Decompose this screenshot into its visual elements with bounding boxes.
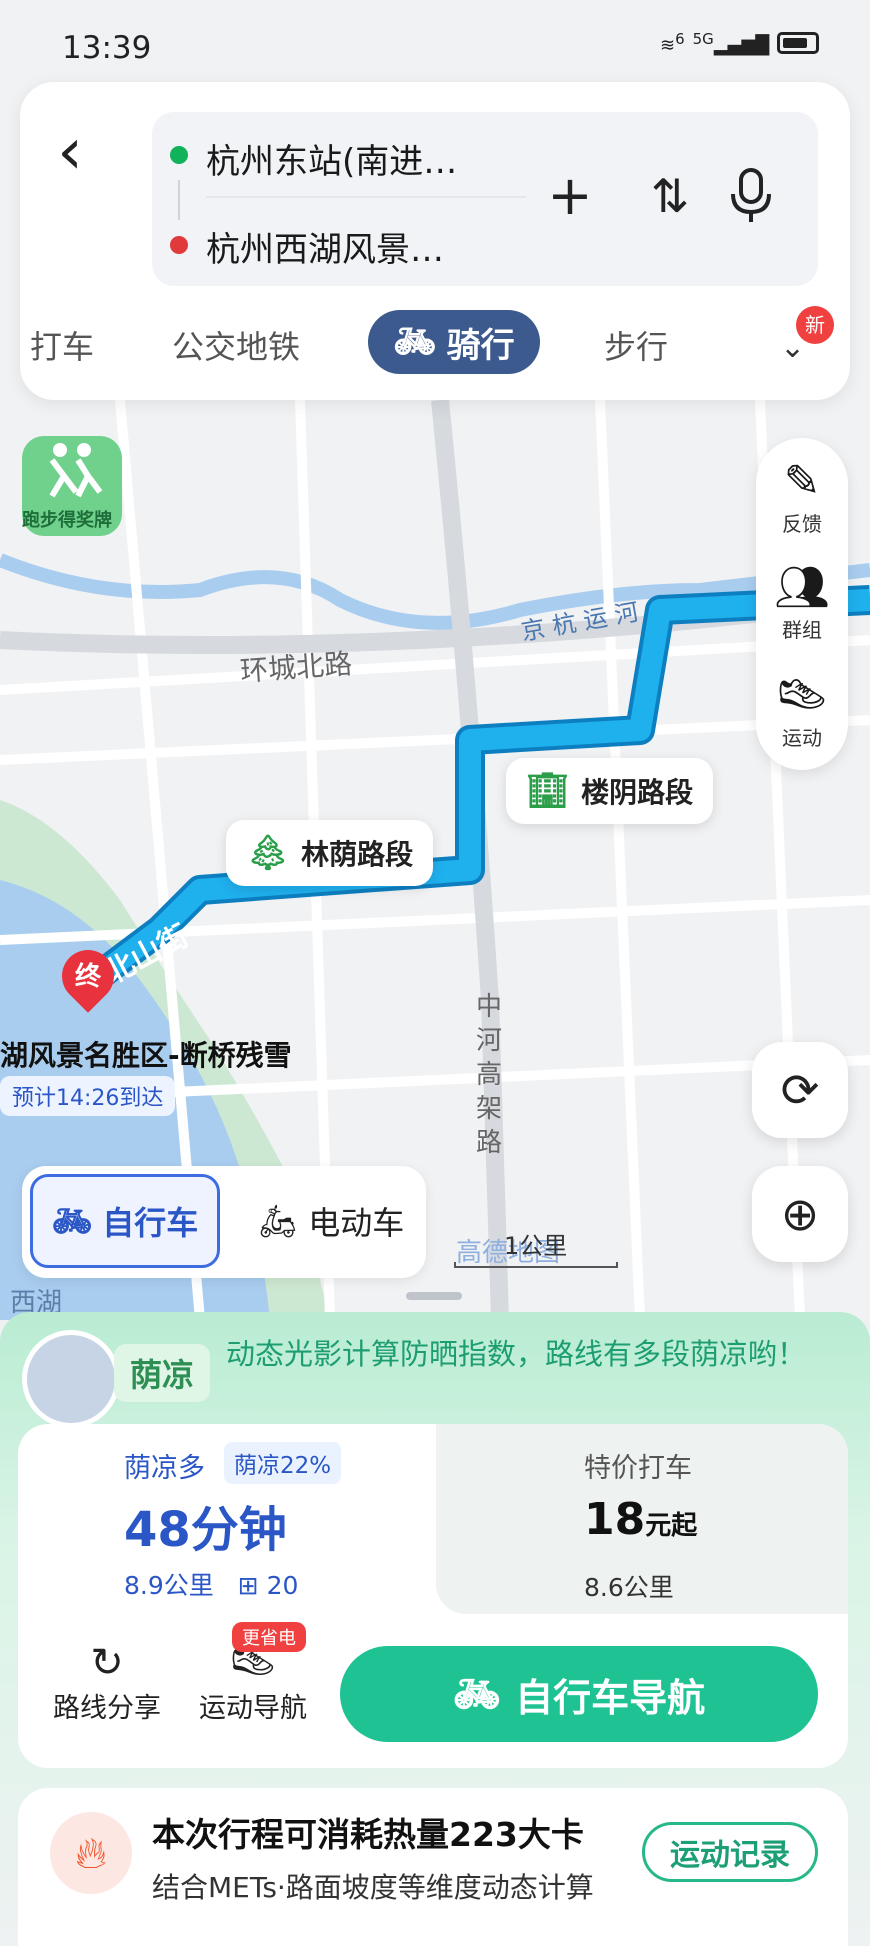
microphone-icon xyxy=(731,168,771,222)
calorie-title: 本次行程可消耗热量223大卡 xyxy=(152,1815,584,1854)
feedback-button[interactable]: ✎ 反馈 xyxy=(756,456,848,537)
group-button[interactable]: 👥︎ 群组 xyxy=(756,562,848,643)
swap-icon: ⇅ xyxy=(650,169,690,223)
shade-description: 动态光影计算防晒指数，路线有多段荫凉哟！ xyxy=(226,1337,807,1371)
group-icon: 👥︎ xyxy=(774,562,830,613)
sport-record-button[interactable]: 运动记录 xyxy=(642,1822,818,1882)
shade-avatar xyxy=(22,1330,120,1428)
scooter-icon: 🛵︎ xyxy=(257,1202,299,1240)
locate-icon: ⊕ xyxy=(780,1187,820,1241)
voice-button[interactable] xyxy=(726,166,776,226)
divider xyxy=(206,196,526,198)
viaduct-label: 中河高架路 xyxy=(476,992,503,1158)
edit-icon: ✎ xyxy=(783,456,821,507)
flame-icon: 🔥︎ xyxy=(50,1812,132,1894)
map-tools: ✎ 反馈 👥︎ 群组 👟︎ 运动 xyxy=(756,438,848,770)
callout-tree-shade[interactable]: 🌲︎ 林荫路段 xyxy=(226,820,434,886)
bicycle-navigation-button[interactable]: 🚲︎ 自行车导航 xyxy=(340,1646,818,1742)
plan-distance: 8.9公里 ⊞ 20 xyxy=(124,1571,299,1600)
bicycle-icon: 🚲︎ xyxy=(393,322,437,362)
add-waypoint-icon: + xyxy=(547,164,593,227)
callout-building-shade[interactable]: 🏢︎ 楼阴路段 xyxy=(506,758,714,824)
taxi-distance: 8.6公里 xyxy=(584,1573,674,1602)
new-badge: 新 xyxy=(796,306,834,344)
battery-icon xyxy=(777,32,820,54)
refresh-icon: ⟳ xyxy=(780,1063,820,1117)
eta-label: 预计14:26到达 xyxy=(0,1076,176,1116)
end-dot-icon xyxy=(170,236,188,254)
route-share-button[interactable]: ↻ 路线分享 xyxy=(44,1640,170,1725)
tab-taxi[interactable]: 打车 xyxy=(30,322,94,368)
sport-nav-button[interactable]: 👟︎ 运动导航 xyxy=(190,1640,316,1725)
bicycle-icon: 🚲︎ xyxy=(452,1671,502,1716)
award-label: 跑步得奖牌 xyxy=(22,510,112,531)
vehicle-bicycle[interactable]: 🚲︎ 自行车 xyxy=(30,1174,220,1268)
traffic-light-icon: ⊞ xyxy=(237,1571,259,1600)
tab-cycling[interactable]: 🚲︎ 骑行 xyxy=(368,310,540,374)
status-icons: ≋6 5G▂▄▆█ xyxy=(660,30,820,56)
back-icon: ‹ xyxy=(57,115,83,189)
power-save-badge: 更省电 xyxy=(232,1622,306,1652)
add-waypoint-button[interactable]: + xyxy=(540,166,600,226)
taxi-title: 特价打车 xyxy=(584,1453,692,1484)
route-connector xyxy=(178,180,180,220)
scale-label: 1公里 xyxy=(504,1232,568,1260)
locate-button[interactable]: ⊕ xyxy=(752,1166,848,1262)
taxi-price: 18元起 xyxy=(584,1494,698,1545)
destination-pin-label: 终 xyxy=(74,962,101,992)
plan-duration: 48分钟 xyxy=(124,1502,287,1558)
shade-tag: 荫凉 xyxy=(114,1344,211,1402)
share-icon: ↻ xyxy=(90,1640,124,1686)
start-dot-icon xyxy=(170,146,188,164)
vehicle-ebike[interactable]: 🛵︎ 电动车 xyxy=(246,1174,416,1268)
tab-walking[interactable]: 步行 xyxy=(604,322,668,368)
plan-tag: 荫凉多 xyxy=(124,1453,205,1484)
status-time: 13:39 xyxy=(62,30,152,66)
end-location[interactable]: 杭州西湖风景… xyxy=(206,222,444,271)
sport-icon: 👟︎ xyxy=(774,670,830,721)
destination-name[interactable]: 湖风景名胜区-断桥残雪 xyxy=(0,1034,292,1074)
building-icon: 🏢︎ xyxy=(526,771,570,811)
back-button[interactable]: ‹ xyxy=(40,112,100,192)
shade-percent-badge: 荫凉22% xyxy=(224,1442,342,1484)
cellular-signal-icon: 5G▂▄▆█ xyxy=(692,30,770,56)
swap-button[interactable]: ⇅ xyxy=(640,166,700,226)
sheet-drag-handle[interactable] xyxy=(406,1292,462,1300)
tab-transit[interactable]: 公交地铁 xyxy=(172,322,300,368)
sport-button[interactable]: 👟︎ 运动 xyxy=(756,670,848,751)
tab-cycling-label: 骑行 xyxy=(446,325,515,366)
runner-icon xyxy=(49,443,103,498)
start-location[interactable]: 杭州东站(南进… xyxy=(206,134,457,183)
wifi-icon: ≋6 xyxy=(660,30,685,56)
scale-bar xyxy=(454,1262,618,1268)
calorie-subtitle: 结合METs·路面坡度等维度动态计算 xyxy=(152,1871,594,1904)
bicycle-icon: 🚲︎ xyxy=(51,1202,93,1240)
ring-road-label: 环城北路 xyxy=(239,647,354,688)
refresh-route-button[interactable]: ⟳ xyxy=(752,1042,848,1138)
tree-icon: 🌲︎ xyxy=(246,833,290,873)
